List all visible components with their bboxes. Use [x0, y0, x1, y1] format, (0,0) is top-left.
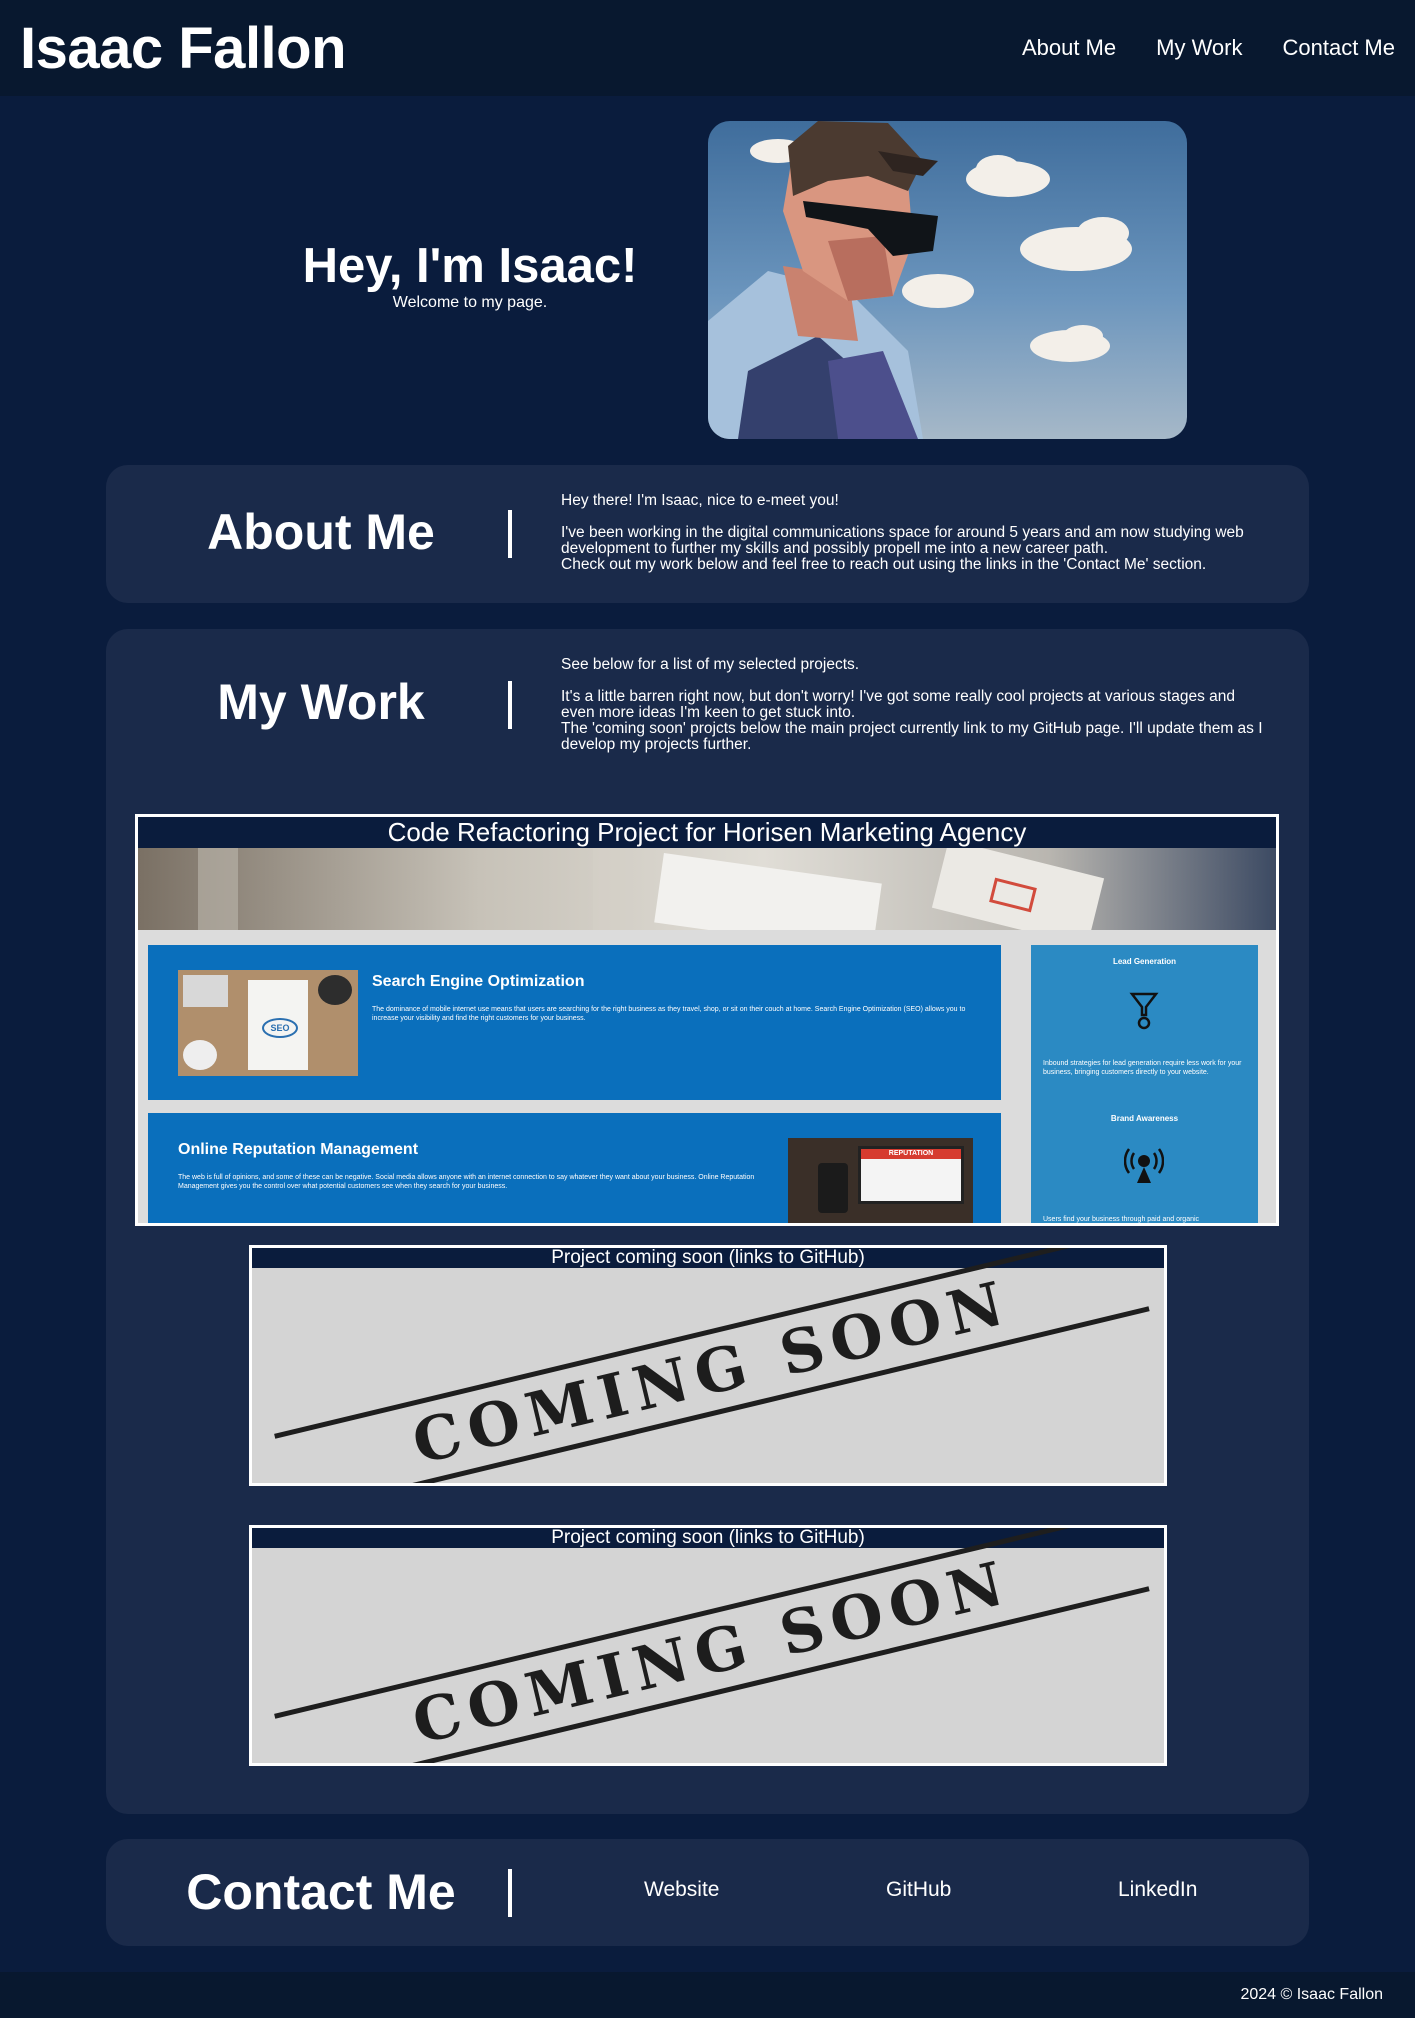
lead-generation-text: Inbound strategies for lead generation r…	[1043, 1060, 1242, 1076]
about-text: Hey there! I'm Isaac, nice to e-meet you…	[561, 493, 1271, 573]
seo-image: SEO	[178, 970, 358, 1076]
about-paragraph: Check out my work below and feel free to…	[561, 556, 1207, 573]
about-paragraph: I've been working in the digital communi…	[561, 524, 1244, 557]
profile-illustration	[708, 121, 1132, 439]
coming-soon-stamp-text: COMING SOON	[406, 1547, 1018, 1759]
lead-generation-icon	[1129, 992, 1159, 1030]
contact-section: Contact Me Website GitHub LinkedIn	[106, 1839, 1309, 1946]
about-heading: About Me	[207, 504, 435, 560]
brand-awareness-title: Brand Awareness	[1110, 1114, 1179, 1123]
work-section: My Work See below for a list of my selec…	[106, 629, 1309, 1814]
project-banner-image	[138, 839, 1276, 953]
main-project-title: Code Refactoring Project for Horisen Mar…	[138, 817, 1276, 848]
seo-card: SEO Search Engine Optimization The domin…	[148, 945, 1001, 1100]
seo-text: The dominance of mobile internet use mea…	[372, 1006, 966, 1022]
contact-heading: Contact Me	[186, 1864, 456, 1920]
work-heading: My Work	[217, 674, 425, 730]
hero-subtitle: Welcome to my page.	[392, 293, 548, 311]
about-divider	[508, 510, 512, 558]
project-preview: SEO Search Engine Optimization The domin…	[138, 930, 1276, 1223]
orm-title: Online Reputation Management	[178, 1141, 419, 1158]
work-paragraph: See below for a list of my selected proj…	[561, 656, 860, 673]
about-paragraph: Hey there! I'm Isaac, nice to e-meet you…	[561, 492, 839, 509]
main-nav: About Me My Work Contact Me	[982, 35, 1395, 61]
work-paragraph: The 'coming soon' projcts below the main…	[561, 720, 1263, 753]
site-header: Isaac Fallon About Me My Work Contact Me	[0, 0, 1415, 96]
lead-generation-title: Lead Generation	[1112, 957, 1177, 966]
coming-soon-stamp: COMING SOON	[274, 1528, 1150, 1763]
side-services-card: Lead Generation Inbound strategies for l…	[1031, 945, 1258, 1223]
main-project-card[interactable]: Code Refactoring Project for Horisen Mar…	[135, 814, 1279, 1226]
contact-divider	[508, 1869, 512, 1917]
coming-soon-project-card[interactable]: Project coming soon (links to GitHub) CO…	[249, 1245, 1167, 1486]
profile-photo	[708, 121, 1187, 439]
brand-awareness-icon	[1124, 1148, 1164, 1183]
orm-text: The web is full of opinions, and some of…	[178, 1174, 755, 1190]
work-paragraph: It's a little barren right now, but don'…	[561, 688, 1235, 721]
nav-link-about[interactable]: About Me	[1022, 35, 1116, 61]
contact-link-linkedin[interactable]: LinkedIn	[1118, 1878, 1197, 1902]
coming-soon-project-card[interactable]: Project coming soon (links to GitHub) CO…	[249, 1525, 1167, 1766]
site-footer: 2024 © Isaac Fallon	[0, 1972, 1415, 2018]
nav-link-work[interactable]: My Work	[1156, 35, 1242, 61]
hero-text: Hey, I'm Isaac! Welcome to my page.	[300, 239, 640, 312]
brand-awareness-text: Users find your business through paid an…	[1043, 1216, 1200, 1223]
orm-image: REPUTATION	[788, 1138, 973, 1223]
about-section: About Me Hey there! I'm Isaac, nice to e…	[106, 465, 1309, 603]
coming-soon-stamp-text: COMING SOON	[406, 1267, 1018, 1479]
footer-copyright: 2024 © Isaac Fallon	[1240, 1986, 1383, 2003]
contact-link-website[interactable]: Website	[644, 1878, 719, 1902]
orm-badge: REPUTATION	[861, 1149, 961, 1159]
hero-title: Hey, I'm Isaac!	[302, 239, 638, 293]
work-text: See below for a list of my selected proj…	[561, 657, 1271, 753]
work-divider	[508, 681, 512, 729]
nav-link-contact[interactable]: Contact Me	[1283, 35, 1396, 61]
contact-link-github[interactable]: GitHub	[886, 1878, 951, 1902]
orm-card: Online Reputation Management The web is …	[148, 1113, 1001, 1223]
site-title: Isaac Fallon	[20, 15, 347, 81]
seo-badge: SEO	[262, 1018, 298, 1038]
seo-title: Search Engine Optimization	[372, 973, 585, 990]
coming-soon-stamp: COMING SOON	[274, 1248, 1150, 1483]
